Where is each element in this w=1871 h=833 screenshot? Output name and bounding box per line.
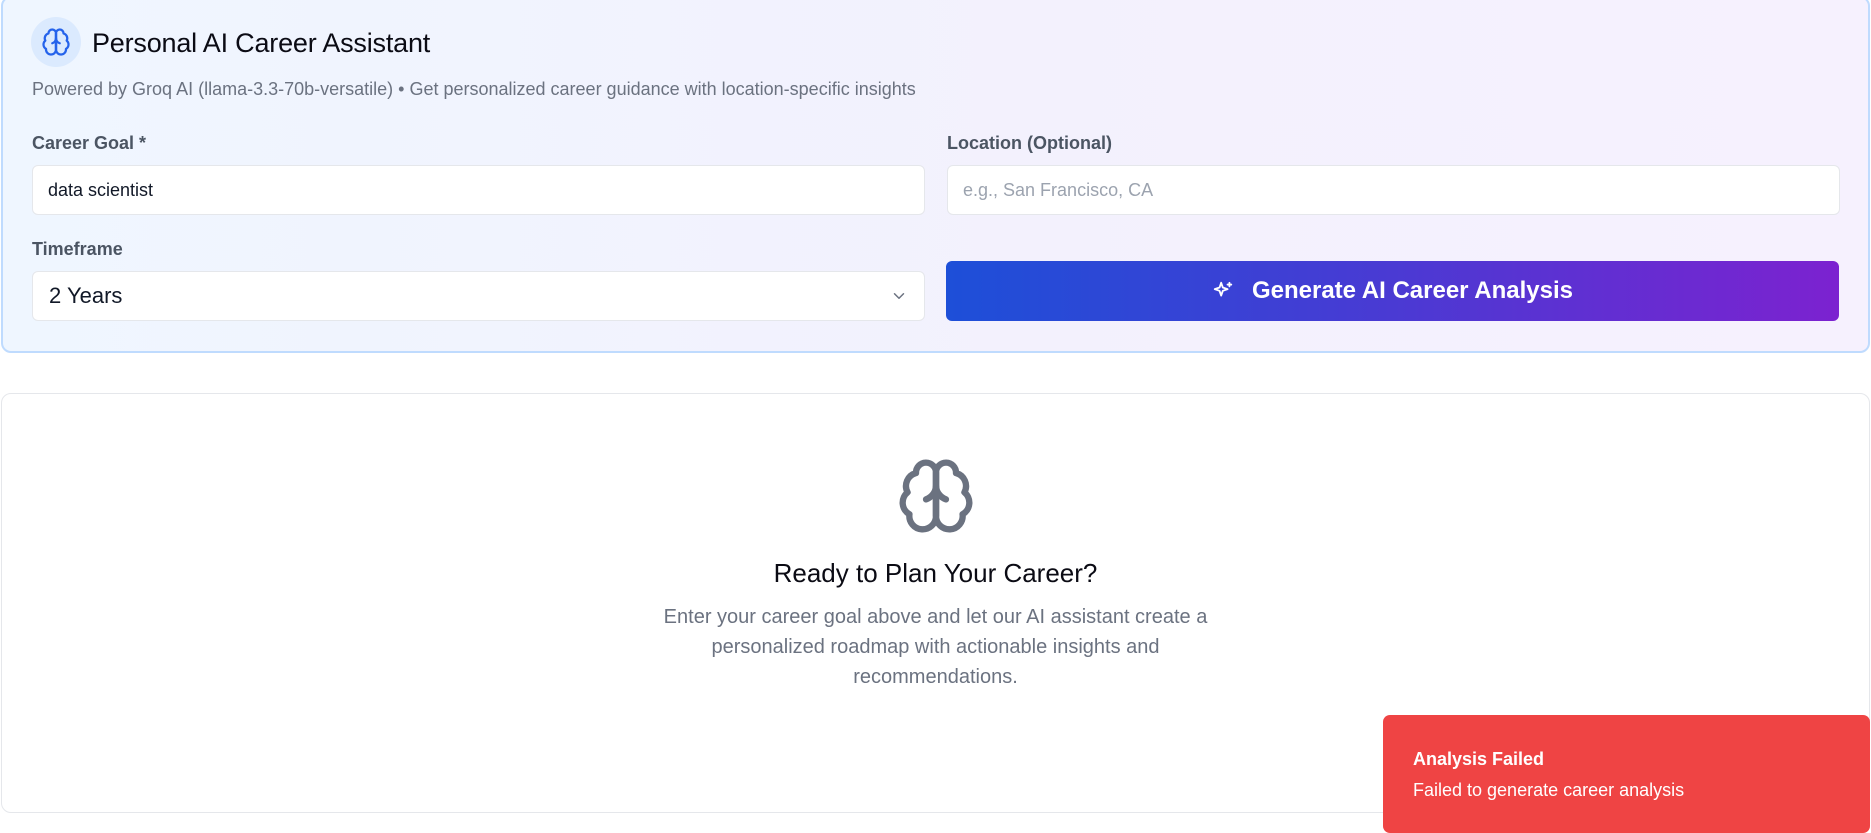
empty-state-description: Enter your career goal above and let our… — [663, 606, 1208, 688]
generate-analysis-button[interactable]: Generate AI Career Analysis — [946, 261, 1839, 321]
error-toast[interactable]: Analysis Failed Failed to generate caree… — [1383, 715, 1870, 833]
location-label: Location (Optional) — [947, 133, 1112, 153]
chevron-down-icon — [893, 293, 905, 299]
brain-icon — [899, 459, 973, 533]
page-title: Personal AI Career Assistant — [92, 28, 431, 58]
toast-description: Failed to generate career analysis — [1413, 780, 1685, 800]
location-input[interactable] — [947, 165, 1840, 215]
brain-icon — [42, 28, 70, 56]
timeframe-label: Timeframe — [32, 239, 123, 259]
empty-state-title: Ready to Plan Your Career? — [773, 558, 1098, 588]
page-subtitle: Powered by Groq AI (llama-3.3-70b-versat… — [32, 79, 916, 99]
toast-title: Analysis Failed — [1413, 749, 1545, 769]
career-goal-label: Career Goal * — [32, 133, 147, 153]
brain-icon-badge — [31, 17, 81, 67]
timeframe-select[interactable]: 2 Years — [32, 271, 925, 321]
timeframe-value: 2 Years — [49, 283, 123, 308]
generate-analysis-label: Generate AI Career Analysis — [1251, 277, 1574, 304]
sparkles-icon — [1213, 281, 1233, 297]
career-goal-input[interactable] — [32, 165, 925, 215]
